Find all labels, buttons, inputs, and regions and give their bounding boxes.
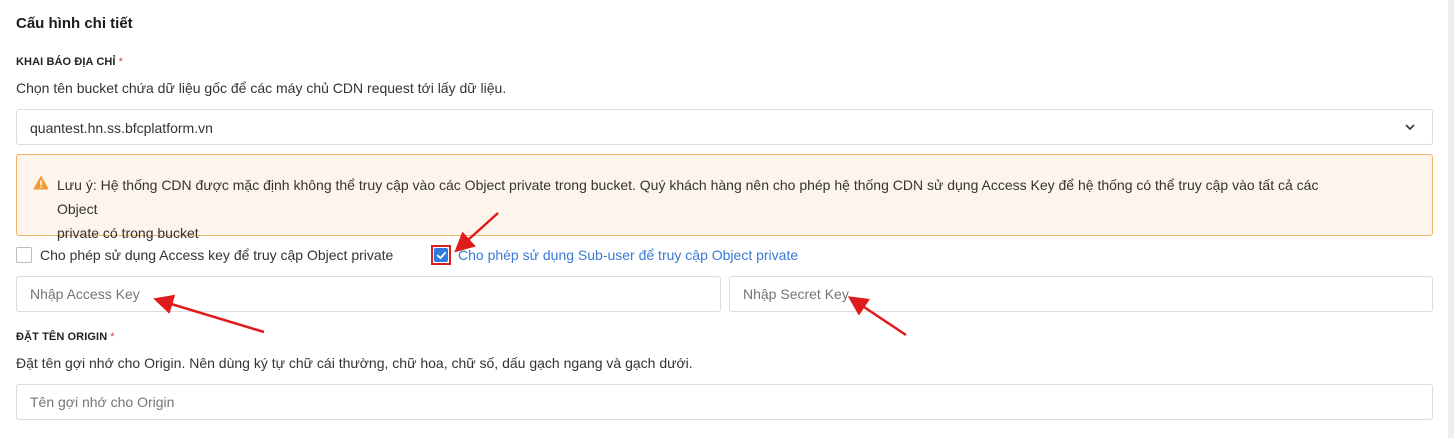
sub-user-checkbox[interactable] (434, 248, 448, 262)
alert-line-1: Lưu ý: Hệ thống CDN được mặc định không … (57, 177, 1319, 217)
private-object-alert: Lưu ý: Hệ thống CDN được mặc định không … (16, 154, 1433, 241)
alert-text: Lưu ý: Hệ thống CDN được mặc định không … (57, 173, 1357, 245)
sub-user-option[interactable]: Cho phép sử dụng Sub-user để truy cập Ob… (431, 244, 798, 266)
access-key-input[interactable] (16, 276, 721, 312)
origin-name-input[interactable] (16, 384, 1433, 420)
checkmark-icon (436, 251, 446, 259)
address-label: KHAI BÁO ĐỊA CHỈ * (16, 56, 123, 68)
sub-user-option-label: Cho phép sử dụng Sub-user để truy cập Ob… (458, 247, 799, 263)
bucket-select-value: quantest.hn.ss.bfcplatform.vn (30, 120, 213, 136)
secret-key-input[interactable] (729, 276, 1433, 312)
required-mark: * (110, 331, 115, 343)
origin-label-text: ĐẶT TÊN ORIGIN (16, 331, 108, 343)
access-key-option[interactable]: Cho phép sử dụng Access key để truy cập … (16, 244, 393, 266)
alert-line-2: private có trong bucket (57, 225, 199, 241)
bucket-select[interactable]: quantest.hn.ss.bfcplatform.vn (16, 109, 1433, 145)
access-key-option-label: Cho phép sử dụng Access key để truy cập … (40, 247, 394, 263)
origin-hint: Đặt tên gợi nhớ cho Origin. Nên dùng ký … (16, 355, 693, 371)
access-key-checkbox[interactable] (16, 247, 32, 263)
chevron-down-icon (1405, 124, 1415, 130)
origin-label: ĐẶT TÊN ORIGIN * (16, 331, 115, 343)
scroll-gutter (1448, 0, 1454, 438)
address-label-text: KHAI BÁO ĐỊA CHỈ (16, 56, 116, 68)
warning-icon (33, 176, 49, 190)
required-mark: * (118, 56, 123, 68)
address-hint: Chọn tên bucket chứa dữ liệu gốc để các … (16, 80, 507, 96)
section-title: Cấu hình chi tiết (16, 15, 133, 32)
sub-user-checkbox-highlight (431, 245, 451, 265)
detail-config-panel: Cấu hình chi tiết KHAI BÁO ĐỊA CHỈ * Chọn… (0, 0, 1448, 438)
